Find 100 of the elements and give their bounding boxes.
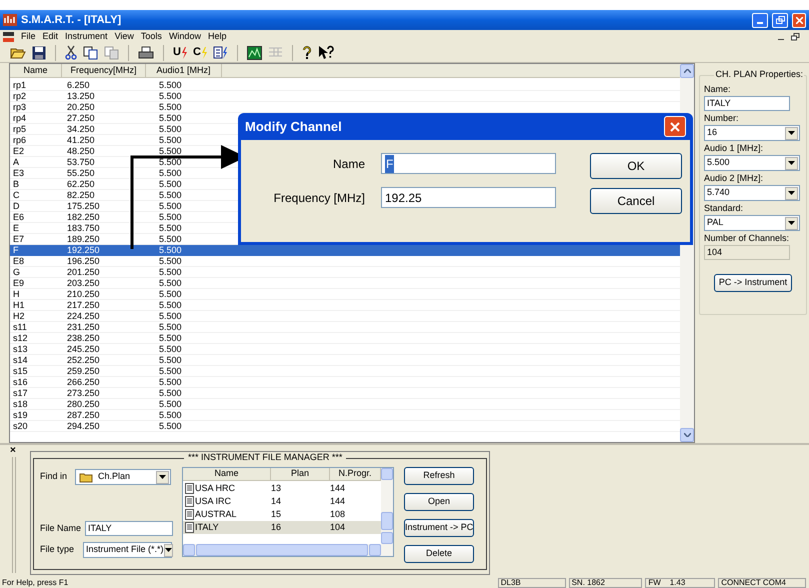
- dropdown[interactable]: 16: [704, 125, 800, 141]
- menu-item[interactable]: View: [114, 32, 134, 41]
- scroll-up-button[interactable]: [680, 64, 694, 78]
- list-row[interactable]: G 201.250 5.500: [10, 267, 680, 278]
- dialog-button[interactable]: Cancel: [590, 188, 682, 214]
- scroll-down-button[interactable]: [680, 428, 694, 442]
- column-header[interactable]: Audio1 [MHz]: [146, 64, 222, 77]
- table-cell-text: s15: [12, 366, 29, 376]
- menu-item[interactable]: Tools: [140, 32, 162, 41]
- chart-icon[interactable]: [246, 46, 262, 60]
- close-button[interactable]: [792, 12, 806, 28]
- input-field[interactable]: ITALY: [704, 96, 790, 111]
- open-folder-icon[interactable]: [10, 46, 26, 60]
- file-row[interactable]: ITALY 16 104: [183, 521, 381, 534]
- table-cell-text: E3: [12, 168, 26, 178]
- table-cell-text: 224.250: [66, 312, 101, 320]
- floppy-icon[interactable]: [32, 46, 46, 60]
- table-cell-text: s17: [12, 388, 29, 398]
- table-cell-text: 280.250: [66, 400, 101, 408]
- file-type-dropdown[interactable]: Instrument File (*.*): [83, 542, 172, 558]
- table-cell-text: 5.500: [158, 300, 183, 310]
- copy-icon[interactable]: [83, 46, 98, 60]
- file-row[interactable]: USA IRC 14 144: [183, 495, 381, 508]
- column-header[interactable]: Frequency[MHz]: [62, 64, 146, 77]
- table-cell-text: 5.500: [158, 344, 183, 354]
- menu-item[interactable]: Window: [168, 32, 201, 41]
- table-cell-text: E: [12, 224, 20, 232]
- question-mark-icon[interactable]: [302, 45, 312, 60]
- table-cell-text: AUSTRAL: [195, 508, 237, 521]
- input-field[interactable]: 192.25: [381, 187, 556, 208]
- table-cell-text: C: [12, 190, 20, 200]
- list-row[interactable]: s20 294.250 5.500: [10, 421, 680, 432]
- dialog-button[interactable]: Instrument -> PC: [404, 519, 474, 537]
- dropdown[interactable]: 5.500: [704, 155, 800, 171]
- restore-button[interactable]: [772, 12, 788, 28]
- list-row[interactable]: s14 252.250 5.500: [10, 355, 680, 366]
- list-row[interactable]: H2 224.250 5.500: [10, 311, 680, 322]
- list-row[interactable]: s16 266.250 5.500: [10, 377, 680, 388]
- close-mark[interactable]: ×: [10, 446, 16, 456]
- list-row[interactable]: H1 217.250 5.500: [10, 300, 680, 311]
- list-row[interactable]: s13 245.250 5.500: [10, 344, 680, 355]
- pointer-help-icon[interactable]: [318, 45, 334, 60]
- table-cell-text: 5.500: [158, 180, 183, 188]
- dialog-button[interactable]: OK: [590, 153, 682, 179]
- table-cell-text: E9: [12, 278, 26, 288]
- field-label: File Name: [40, 522, 82, 535]
- toolbar-button[interactable]: C: [192, 46, 207, 58]
- scrollbar[interactable]: [381, 468, 393, 544]
- minimize-button[interactable]: [752, 12, 768, 28]
- menu-item[interactable]: File: [21, 32, 36, 41]
- status-pane: CONNECT COM4: [718, 578, 806, 588]
- table-cell-text: s19: [12, 410, 29, 420]
- table-cell-text: 5.500: [158, 80, 183, 90]
- table-cell-text: 5.500: [158, 268, 183, 276]
- folder-dropdown[interactable]: Ch.Plan: [75, 469, 172, 485]
- list-row[interactable]: s17 273.250 5.500: [10, 388, 680, 399]
- dialog-button[interactable]: Refresh: [404, 467, 474, 485]
- column-header[interactable]: Plan: [271, 468, 330, 480]
- table-cell-text: 259.250: [66, 366, 101, 376]
- list-row[interactable]: rp1 6.250 5.500: [10, 80, 680, 91]
- pc-to-instrument-button[interactable]: PC -> Instrument: [714, 274, 792, 292]
- window-title: S.M.A.R.T. - [ITALY]: [21, 12, 122, 28]
- close-button[interactable]: [664, 116, 686, 137]
- column-header[interactable]: Name: [10, 64, 62, 77]
- list-row[interactable]: E8 196.250 5.500: [10, 256, 680, 267]
- file-icon: [185, 522, 194, 533]
- list-row[interactable]: rp2 13.250 5.500: [10, 91, 680, 102]
- file-row[interactable]: AUSTRAL 15 108: [183, 508, 381, 521]
- list-row[interactable]: s15 259.250 5.500: [10, 366, 680, 377]
- list-row[interactable]: s11 231.250 5.500: [10, 322, 680, 333]
- table-cell-text: 5.500: [158, 278, 183, 288]
- field-label: Name: [332, 156, 365, 172]
- table-cell-text: rp2: [12, 92, 28, 100]
- column-header[interactable]: Name: [183, 468, 271, 480]
- table-cell-text: s16: [12, 378, 29, 386]
- table-cell-text: 104: [330, 520, 346, 534]
- file-row[interactable]: USA HRC 13 144: [183, 482, 381, 495]
- list-row[interactable]: H 210.250 5.500: [10, 289, 680, 300]
- list-row[interactable]: E9 203.250 5.500: [10, 278, 680, 289]
- dropdown[interactable]: 5.740: [704, 185, 800, 201]
- document-bolt-icon[interactable]: [212, 46, 228, 60]
- table-cell-text: 14: [271, 494, 282, 508]
- input-field[interactable]: F: [381, 153, 556, 174]
- table-cell-text: 5.500: [158, 366, 183, 376]
- horizontal-scrollbar[interactable]: [183, 544, 393, 556]
- list-row[interactable]: s18 280.250 5.500: [10, 399, 680, 410]
- menu-item[interactable]: Instrument: [65, 32, 108, 41]
- list-row[interactable]: F 192.250 5.500: [10, 245, 680, 256]
- list-row[interactable]: s12 238.250 5.500: [10, 333, 680, 344]
- dialog-button[interactable]: Open: [404, 493, 474, 511]
- printer-icon[interactable]: [138, 46, 154, 60]
- field-label: Number of Channels:: [704, 233, 790, 244]
- dropdown[interactable]: PAL: [704, 215, 800, 231]
- scissors-icon[interactable]: [65, 45, 77, 60]
- toolbar-button[interactable]: U: [173, 46, 187, 58]
- menu-item[interactable]: Edit: [42, 32, 58, 41]
- menu-item[interactable]: Help: [208, 32, 226, 41]
- input-field[interactable]: ITALY: [85, 521, 174, 536]
- list-row[interactable]: s19 287.250 5.500: [10, 410, 680, 421]
- dialog-button[interactable]: Delete: [404, 545, 474, 563]
